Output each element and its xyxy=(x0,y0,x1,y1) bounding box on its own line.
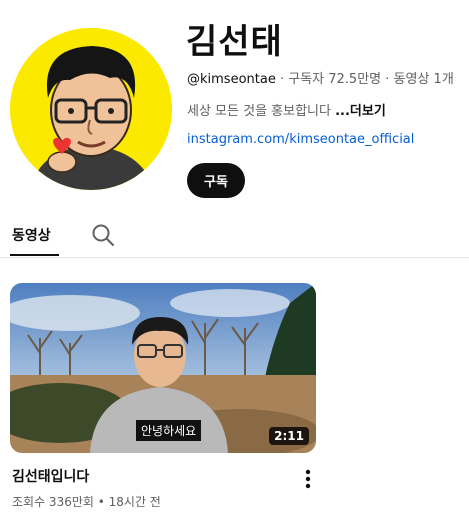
tabs-divider xyxy=(0,257,469,258)
channel-avatar[interactable] xyxy=(10,28,172,190)
meta-separator: · xyxy=(381,72,394,87)
subscriber-count: 구독자 72.5만명 xyxy=(288,72,382,87)
video-duration: 2:11 xyxy=(269,427,309,445)
channel-handle: @kimseontae xyxy=(187,72,276,87)
avatar-illustration xyxy=(10,28,172,190)
channel-meta: @kimseontae · 구독자 72.5만명 · 동영상 1개 xyxy=(187,68,454,87)
view-count: 조회수 336만회 xyxy=(12,495,94,509)
video-count: 동영상 1개 xyxy=(393,72,454,87)
subscribe-button[interactable]: 구독 xyxy=(187,163,245,198)
meta-separator: • xyxy=(93,495,109,509)
meta-separator: · xyxy=(275,72,289,87)
video-meta: 조회수 336만회 • 18시간 전 xyxy=(12,493,161,510)
tab-active-indicator xyxy=(10,254,59,256)
video-title[interactable]: 김선태입니다 xyxy=(12,466,89,486)
channel-name: 김선태 xyxy=(186,22,283,62)
channel-link[interactable]: instagram.com/kimseontae_official xyxy=(187,132,414,147)
upload-age: 18시간 전 xyxy=(108,495,161,509)
more-button[interactable]: ...더보기 xyxy=(335,104,386,119)
more-vert-icon[interactable] xyxy=(298,467,318,491)
tab-videos[interactable]: 동영상 xyxy=(12,225,51,245)
channel-description[interactable]: 세상 모든 것을 홍보합니다 ...더보기 xyxy=(187,100,386,119)
search-icon[interactable] xyxy=(90,222,116,248)
description-text: 세상 모든 것을 홍보합니다 xyxy=(187,104,336,119)
video-thumbnail[interactable]: 안녕하세요 2:11 xyxy=(10,283,316,453)
video-caption: 안녕하세요 xyxy=(136,420,202,441)
